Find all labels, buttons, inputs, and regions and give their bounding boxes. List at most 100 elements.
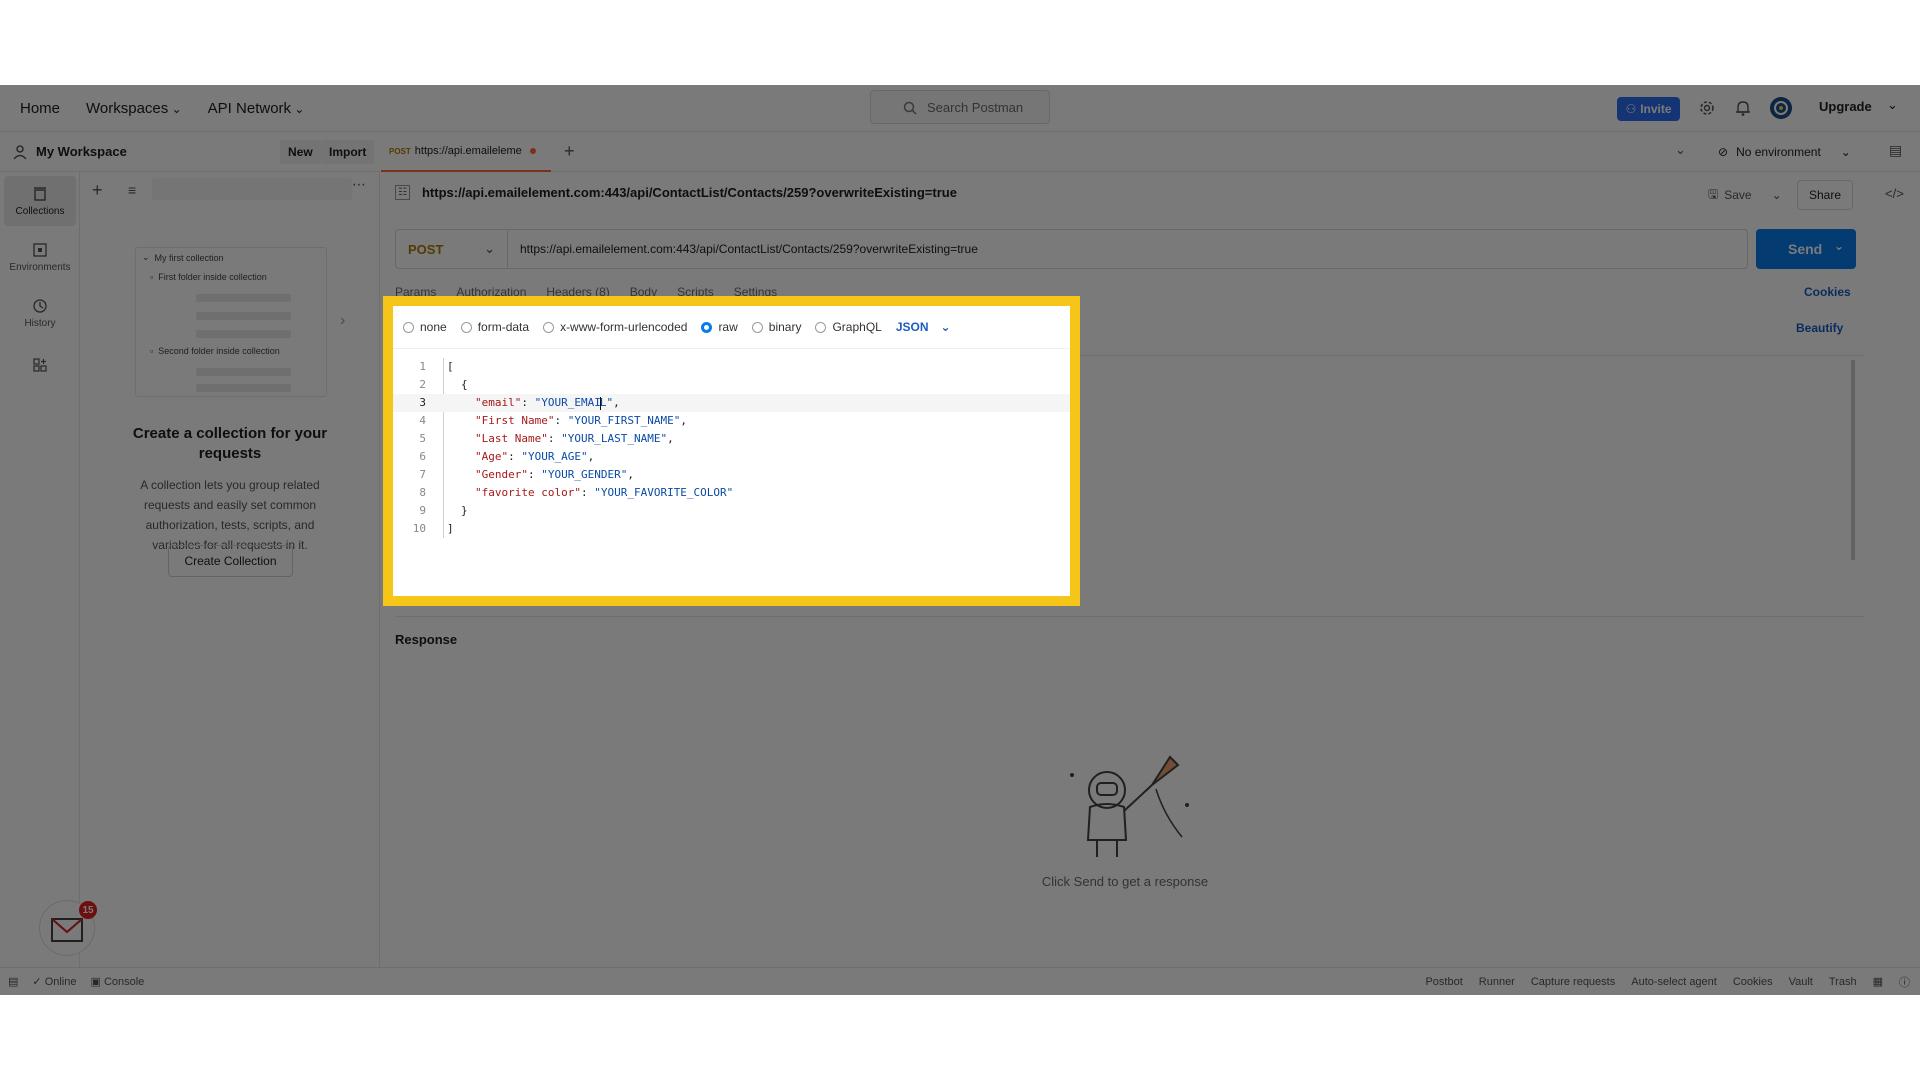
- panel-toolbar: + ≡ ⋯: [80, 172, 380, 202]
- cookies-button[interactable]: Cookies: [1733, 976, 1773, 988]
- radio-binary[interactable]: binary: [751, 320, 802, 334]
- more-icon[interactable]: ⋯: [352, 176, 366, 193]
- code-icon[interactable]: </>: [1885, 186, 1904, 201]
- environment-selector[interactable]: ⊘ No environment ⌄: [1718, 132, 1851, 172]
- upgrade-button[interactable]: Upgrade: [1819, 99, 1872, 114]
- help-icon[interactable]: ⓘ: [1899, 974, 1910, 990]
- code-line: 9}: [393, 502, 1070, 520]
- radio-graphql[interactable]: GraphQL: [815, 320, 882, 334]
- new-button[interactable]: New: [280, 140, 321, 164]
- trash-button[interactable]: Trash: [1829, 976, 1857, 988]
- sidebar-item-history[interactable]: History: [4, 288, 76, 338]
- chevron-down-icon[interactable]: ⌄: [1772, 188, 1782, 202]
- invite-button[interactable]: ⚇ Invite: [1617, 97, 1680, 121]
- request-tabs: POST https://api.emaileleme + ⌄ ⊘ No env…: [381, 132, 1920, 172]
- editor-scrollbar[interactable]: [1851, 360, 1855, 560]
- code-text: ]: [447, 522, 454, 535]
- sidebar-toggle-icon[interactable]: ▤: [1889, 142, 1902, 159]
- preview-collection-row: ⌄ My first collection: [142, 252, 224, 263]
- json-key: "favorite color": [475, 486, 581, 499]
- code-line: 7 "Gender": "YOUR_GENDER",: [393, 466, 1070, 484]
- preview-placeholder-bar: [196, 294, 291, 302]
- json-key: "First Name": [475, 414, 555, 427]
- layout-icon[interactable]: ▦: [1873, 975, 1883, 988]
- runner-button[interactable]: Runner: [1479, 976, 1515, 988]
- toggle-sidebar-icon[interactable]: ▤: [8, 975, 18, 988]
- filter-input[interactable]: [152, 178, 352, 200]
- radio-raw[interactable]: raw: [701, 320, 738, 334]
- code-editor[interactable]: 1[ 2{ 3 "email": "YOUR_EMAIL", 4 "First Na…: [393, 358, 1070, 538]
- console-button[interactable]: ▣ Console: [90, 975, 144, 988]
- astronaut-illustration: [1070, 755, 1189, 857]
- workspace-bar: My Workspace New Import: [0, 132, 380, 172]
- radio-icon: [460, 321, 472, 333]
- code-line: 2{: [393, 376, 1070, 394]
- body-format-select[interactable]: JSON ⌄: [896, 320, 951, 334]
- radio-icon: [403, 321, 414, 333]
- share-button[interactable]: Share: [1797, 180, 1853, 210]
- online-status[interactable]: ✓ Online: [32, 975, 76, 988]
- method-select[interactable]: POST ⌄: [396, 230, 508, 268]
- radio-label: none: [420, 320, 447, 334]
- nav-api-network[interactable]: API Network: [208, 100, 305, 117]
- url-input[interactable]: https://api.emailelement.com:443/api/Con…: [508, 242, 1747, 256]
- save-button[interactable]: 🖫 Save ⌄: [1708, 180, 1782, 210]
- sidebar-item-collections[interactable]: Collections: [4, 176, 76, 226]
- highlighted-body-panel: none form-data x-www-form-urlencoded raw…: [383, 296, 1080, 606]
- vault-button[interactable]: Vault: [1789, 976, 1813, 988]
- sidebar-rail: Collections Environments History: [0, 172, 80, 967]
- radio-form-data[interactable]: form-data: [460, 320, 530, 334]
- send-button[interactable]: Send ⌄: [1756, 229, 1856, 269]
- chevron-down-icon[interactable]: ⌄: [1675, 142, 1686, 158]
- sidebar-item-environments[interactable]: Environments: [4, 232, 76, 282]
- radio-label: x-www-form-urlencoded: [560, 320, 688, 334]
- radio-urlencoded[interactable]: x-www-form-urlencoded: [543, 320, 687, 334]
- empty-state-description: A collection lets you group related requ…: [140, 478, 320, 552]
- no-environment-icon: ⊘: [1718, 145, 1729, 159]
- chevron-down-icon: ⌄: [484, 241, 495, 256]
- invite-label: Invite: [1640, 102, 1672, 116]
- radio-label: binary: [768, 320, 802, 334]
- new-tab-icon[interactable]: +: [564, 141, 575, 162]
- radio-label: form-data: [477, 320, 530, 334]
- nav-workspaces[interactable]: Workspaces: [86, 100, 182, 117]
- collections-panel: + ≡ ⋯ ⌄ My first collection ▫ First folder…: [80, 172, 380, 967]
- request-title[interactable]: https://api.emailelement.com:443/api/Con…: [422, 185, 957, 200]
- code-line: 1[: [393, 358, 1070, 376]
- status-right: Postbot Runner Capture requests Auto-sel…: [1425, 974, 1910, 990]
- json-value: "YOUR_FIRST_NAME": [567, 414, 681, 427]
- search-input[interactable]: Search Postman: [870, 90, 1050, 124]
- folder-icon: ▫: [150, 272, 154, 282]
- create-collection-button[interactable]: Create Collection: [168, 545, 293, 577]
- import-button[interactable]: Import: [321, 140, 375, 164]
- chevron-down-icon[interactable]: ⌄: [1834, 239, 1844, 253]
- capture-requests-button[interactable]: Capture requests: [1531, 976, 1615, 988]
- search-icon: [903, 101, 917, 115]
- auto-select-agent-button[interactable]: Auto-select agent: [1631, 976, 1717, 988]
- tab-request[interactable]: POST https://api.emaileleme: [381, 132, 551, 172]
- save-icon: 🖫: [1708, 186, 1719, 201]
- sidebar-item-configure[interactable]: [4, 340, 76, 390]
- avatar[interactable]: [1769, 96, 1793, 120]
- line-number: 5: [419, 432, 426, 445]
- beautify-link[interactable]: Beautify: [1796, 321, 1843, 335]
- json-key: "email": [475, 396, 522, 409]
- nav-home[interactable]: Home: [20, 100, 60, 117]
- radio-none[interactable]: none: [403, 320, 447, 334]
- bell-icon[interactable]: [1733, 98, 1753, 118]
- plus-icon[interactable]: +: [92, 180, 103, 201]
- postbot-button[interactable]: Postbot: [1425, 976, 1462, 988]
- filter-icon[interactable]: ≡: [128, 182, 136, 198]
- code-text: {: [461, 378, 468, 391]
- preview-folder-title: Second folder inside collection: [158, 346, 280, 356]
- response-title: Response: [395, 632, 458, 647]
- user-icon: [13, 144, 27, 159]
- gear-icon[interactable]: [1697, 98, 1717, 118]
- preview-placeholder-bar: [196, 330, 291, 338]
- chevron-down-icon[interactable]: ⌄: [1887, 97, 1898, 113]
- tab-title: https://api.emaileleme: [414, 145, 522, 157]
- grid-plus-icon: [33, 358, 47, 372]
- preview-folder-title: First folder inside collection: [158, 272, 267, 282]
- request-url-bar: POST ⌄ https://api.emailelement.com:443/…: [395, 229, 1748, 269]
- cookies-link[interactable]: Cookies: [1804, 285, 1851, 299]
